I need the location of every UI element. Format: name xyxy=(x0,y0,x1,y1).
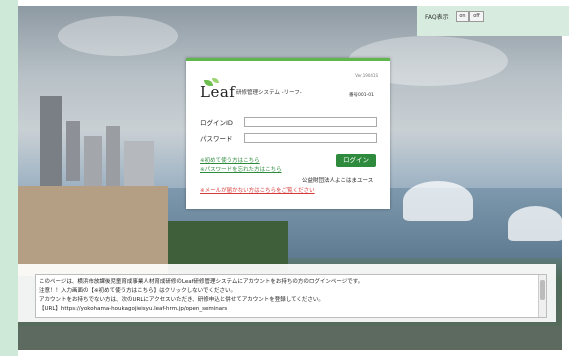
faq-label: FAQ表示 xyxy=(425,14,449,21)
leaf-logo-text: Leaf xyxy=(200,83,236,101)
notice-line: アカウントをお持ちでない方は、次のURLにアクセスいただき、研修申込と併せてアカ… xyxy=(39,297,324,303)
login-card: Ver.19041S Leaf 研修管理システム -リーフ- 番号001-01 … xyxy=(186,58,390,209)
tenant-number: 番号001-01 xyxy=(349,93,374,98)
first-time-link[interactable]: ※初めて使う方はこちら xyxy=(200,156,260,164)
login-button[interactable]: ログイン xyxy=(336,154,376,167)
password-input[interactable] xyxy=(244,133,377,143)
notice-line: このページは、横浜市放課後児童育成事業人材育成研修のLeaf研修管理システムにア… xyxy=(39,279,364,285)
faq-toggle-panel: FAQ表示 on off xyxy=(417,6,569,36)
forgot-password-link[interactable]: ※パスワードを忘れた方はこちら xyxy=(200,165,282,173)
organization-name: 公益財団法人よこはまユース xyxy=(302,178,374,184)
notice-textarea[interactable]: このページは、横浜市放課後児童育成事業人材育成研修のLeaf研修管理システムにア… xyxy=(35,274,547,318)
system-subtitle: 研修管理システム -リーフ- xyxy=(236,90,302,96)
left-margin-strip xyxy=(0,0,18,356)
notice-line: 注意！！入力画面の【※初めて使う方はこちら】はクリックしないでください。 xyxy=(39,288,236,294)
password-label: パスワード xyxy=(200,135,233,143)
faq-off-button[interactable]: off xyxy=(469,11,484,22)
faq-on-button[interactable]: on xyxy=(456,11,469,22)
notice-line: 【URL】https://yokohama-houkagojieisyu.lea… xyxy=(39,306,228,312)
scrollbar-thumb[interactable] xyxy=(540,280,545,300)
email-not-received-link[interactable]: ※メールが届かない方はこちらをご覧ください xyxy=(200,186,315,194)
notice-panel: このページは、横浜市放課後児童育成事業人材育成研修のLeaf研修管理システムにア… xyxy=(18,264,556,322)
version-label: Ver.19041S xyxy=(355,73,378,78)
login-id-input[interactable] xyxy=(244,117,377,127)
login-id-label: ログインID xyxy=(200,119,233,127)
notice-scrollbar[interactable] xyxy=(538,275,546,317)
